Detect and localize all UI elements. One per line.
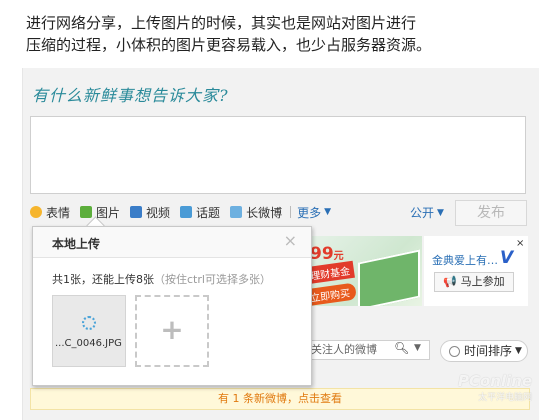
topic-icon xyxy=(180,206,193,218)
image-button[interactable]: 图片 xyxy=(80,204,120,221)
more-label: 更多 xyxy=(297,205,322,220)
ad-product-box xyxy=(358,249,420,306)
upload-dialog: 本地上传 × 共1张，还能上传8张（按住ctrl可选择多张） ...C_0046… xyxy=(32,226,312,386)
long-weibo-label: 长微博 xyxy=(246,205,283,220)
upload-hint: （按住ctrl可选择多张） xyxy=(154,273,271,286)
more-button[interactable]: 更多 ▼ xyxy=(297,204,331,221)
site-watermark: PConline 太平洋电脑网 xyxy=(458,372,532,403)
video-button[interactable]: 视频 xyxy=(130,204,170,221)
upload-count-text: 共1张，还能上传8张（按住ctrl可选择多张） xyxy=(52,271,271,287)
article-caption: 进行网络分享，上传图片的时候，其实也是网站对图片进行 压缩的过程，小体积的图片更… xyxy=(26,12,546,56)
plus-icon: + xyxy=(160,313,184,346)
verified-v-icon: V xyxy=(500,248,514,268)
ad-close-icon[interactable]: × xyxy=(516,238,524,249)
uploaded-file-name: ...C_0046.JPG xyxy=(55,338,122,349)
post-button[interactable]: 发布 xyxy=(455,200,527,226)
emoji-icon xyxy=(30,206,42,218)
feed-search-input[interactable]: 关注人的微博 xyxy=(296,340,430,360)
composer-prompt: 有什么新鲜事想告诉大家? xyxy=(32,86,229,105)
watermark-brand: PConline xyxy=(458,372,533,390)
visibility-chevron-icon: ▼ xyxy=(437,207,444,218)
ad-price-value: 99 xyxy=(310,244,334,264)
visibility-label: 公开 xyxy=(410,206,435,220)
ad-fund-tag: 理财基金 xyxy=(305,260,355,285)
video-label: 视频 xyxy=(146,205,171,220)
uploaded-image-thumbnail[interactable]: ...C_0046.JPG xyxy=(52,295,126,367)
megaphone-icon: 📢 xyxy=(443,275,458,288)
clock-icon xyxy=(449,345,460,357)
topic-button[interactable]: 话题 xyxy=(180,204,220,221)
loading-spinner-icon xyxy=(82,316,96,330)
add-image-button[interactable]: + xyxy=(135,295,209,367)
search-scope-chevron-icon[interactable]: ▼ xyxy=(414,343,421,353)
time-sort-label: 时间排序 xyxy=(464,344,513,358)
image-icon xyxy=(80,206,93,218)
upload-dialog-header: 本地上传 × xyxy=(33,227,311,258)
ad-join-label: 马上参加 xyxy=(460,275,505,288)
emoji-label: 表情 xyxy=(46,205,71,220)
close-icon[interactable]: × xyxy=(284,231,297,250)
ad-price: 99元 xyxy=(310,244,344,264)
time-sort-button[interactable]: 时间排序 ▼ xyxy=(440,340,528,362)
visibility-dropdown[interactable]: 公开 ▼ xyxy=(410,204,444,221)
upload-count: 共1张，还能上传8张 xyxy=(52,273,154,286)
topic-label: 话题 xyxy=(196,205,221,220)
search-icon[interactable]: 🔍︎ xyxy=(394,341,409,355)
watermark-sub: 太平洋电脑网 xyxy=(478,393,533,403)
image-label: 图片 xyxy=(96,205,121,220)
ad-title[interactable]: 金典爱上有… xyxy=(432,252,498,268)
composer-toolbar: 表情 图片 视频 话题 长微博 更多 ▼ xyxy=(30,202,341,222)
caption-line-2: 压缩的过程，小体积的图片更容易载入，也少占服务器资源。 xyxy=(26,36,432,54)
ad-side-panel xyxy=(424,236,528,306)
ad-join-button[interactable]: 📢 马上参加 xyxy=(434,272,514,292)
ad-price-unit: 元 xyxy=(333,251,344,262)
toolbar-divider xyxy=(290,206,292,218)
emoji-button[interactable]: 表情 xyxy=(30,204,70,221)
long-weibo-icon xyxy=(230,206,243,218)
ad-banner-image[interactable]: 99元 理财基金 立即购买 xyxy=(296,236,422,306)
upload-dialog-title: 本地上传 xyxy=(52,237,101,251)
new-weibo-notice[interactable]: 有 1 条新微博，点击查看 xyxy=(30,388,530,410)
chevron-down-icon: ▼ xyxy=(324,207,332,217)
feed-search-placeholder: 关注人的微博 xyxy=(311,343,377,356)
video-icon xyxy=(130,206,143,218)
caption-line-1: 进行网络分享，上传图片的时候，其实也是网站对图片进行 xyxy=(26,14,417,32)
sort-chevron-icon: ▼ xyxy=(515,346,522,356)
long-weibo-button[interactable]: 长微博 xyxy=(230,204,282,221)
composer-textarea[interactable] xyxy=(30,116,526,194)
